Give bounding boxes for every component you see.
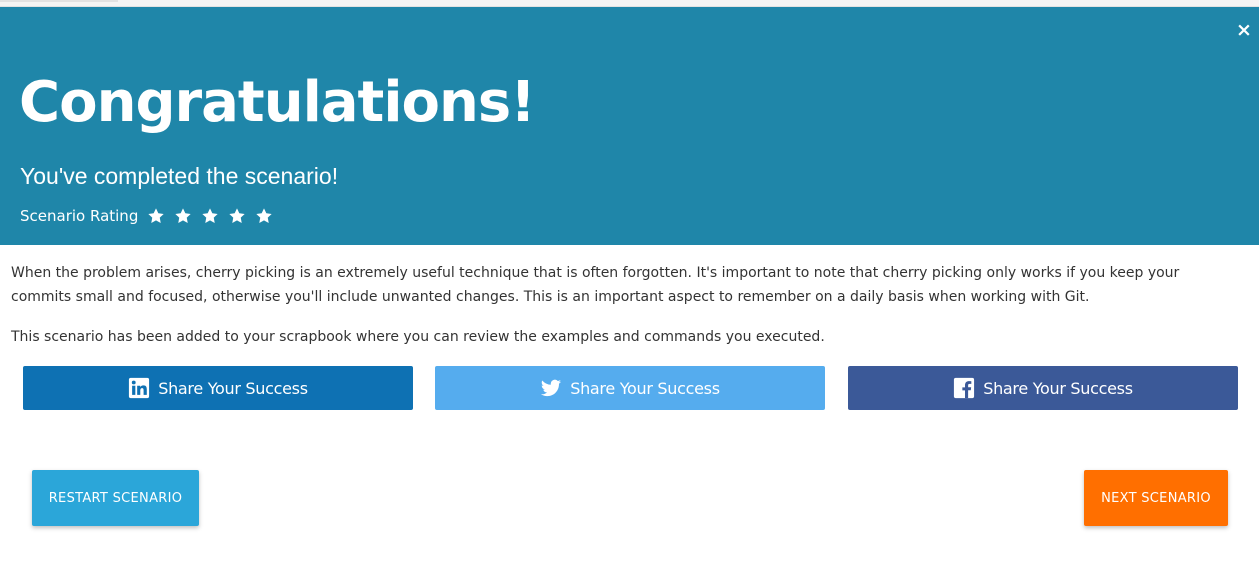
next-scenario-button[interactable]: NEXT SCENARIO: [1084, 470, 1228, 526]
summary-paragraph: When the problem arises, cherry picking …: [11, 265, 1180, 305]
share-twitter-button[interactable]: Share Your Success: [435, 366, 825, 410]
share-linkedin-button[interactable]: Share Your Success: [23, 366, 413, 410]
share-linkedin-label: Share Your Success: [158, 378, 308, 398]
page-title: Congratulations!: [19, 70, 536, 135]
star-icon[interactable]: [255, 207, 273, 225]
browser-top-strip: [0, 0, 1259, 7]
tab-edge: [0, 0, 118, 2]
star-icon[interactable]: [201, 207, 219, 225]
scrapbook-note: This scenario has been added to your scr…: [11, 329, 825, 345]
star-icon[interactable]: [147, 207, 165, 225]
share-facebook-label: Share Your Success: [983, 378, 1133, 398]
completion-header: × Congratulations! You've completed the …: [0, 7, 1259, 245]
star-icon[interactable]: [228, 207, 246, 225]
facebook-icon: [953, 377, 975, 399]
linkedin-icon: [128, 377, 150, 399]
restart-scenario-button[interactable]: RESTART SCENARIO: [32, 470, 199, 526]
share-facebook-button[interactable]: Share Your Success: [848, 366, 1238, 410]
share-twitter-label: Share Your Success: [570, 378, 720, 398]
close-icon[interactable]: ×: [1236, 21, 1252, 40]
completion-subtitle: You've completed the scenario!: [20, 163, 339, 189]
scenario-rating: Scenario Rating: [20, 205, 282, 227]
star-icon[interactable]: [174, 207, 192, 225]
twitter-icon: [540, 377, 562, 399]
rating-label: Scenario Rating: [20, 207, 139, 225]
